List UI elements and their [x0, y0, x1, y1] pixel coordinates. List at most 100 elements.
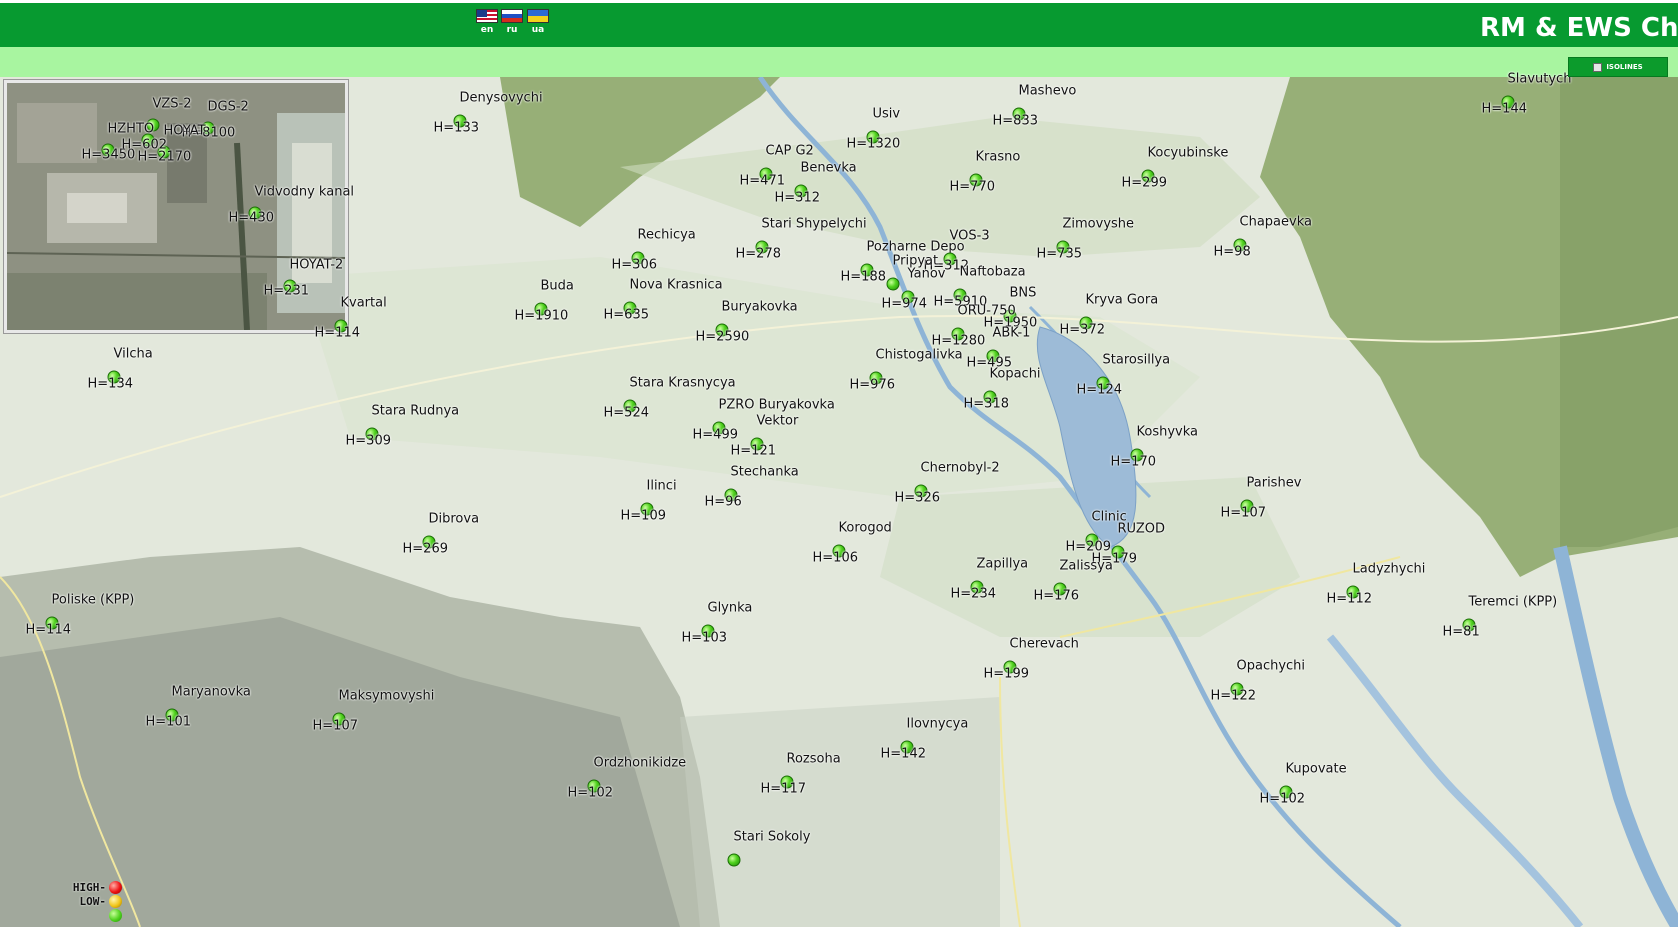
monitoring-station[interactable]: Maryanovka H=101 — [146, 685, 251, 730]
monitoring-station[interactable]: Benevka H=312 — [775, 161, 857, 206]
monitoring-station[interactable]: Ilinci H=109 — [621, 479, 677, 524]
station-dose-value: H=124 — [1076, 382, 1122, 398]
station-status-dot-icon[interactable] — [886, 277, 900, 291]
monitoring-station[interactable]: Vilcha H=134 — [88, 347, 153, 392]
monitoring-station[interactable]: Korogod H=106 — [813, 521, 892, 566]
monitoring-station[interactable]: Kupovate H=102 — [1260, 762, 1347, 807]
station-dose-value: H=107 — [1220, 505, 1266, 521]
monitoring-station[interactable]: HZHTO H=3450 — [82, 122, 155, 163]
monitoring-station[interactable]: ORU-750 H=1280 — [932, 304, 1016, 349]
isolines-toggle[interactable]: ISOLINES — [1568, 57, 1668, 77]
monitoring-station[interactable]: ABK-1 H=495 — [967, 326, 1031, 371]
monitoring-station[interactable]: Rechicya H=306 — [612, 228, 696, 273]
monitoring-station[interactable]: Stari Sokoly — [727, 830, 810, 867]
station-dose-value: H=770 — [949, 179, 995, 195]
monitoring-station[interactable]: CAP G2 H=471 — [740, 144, 814, 189]
isolines-checkbox[interactable] — [1593, 62, 1603, 72]
monitoring-station[interactable]: Kocyubinske H=299 — [1122, 146, 1229, 191]
station-dose-value: H=1280 — [931, 333, 986, 349]
monitoring-station[interactable]: Slavutych H=144 — [1482, 72, 1572, 117]
station-dose-value: H=144 — [1481, 101, 1527, 117]
station-name: Denysovychi — [459, 90, 543, 106]
monitoring-station[interactable]: Vidvodny kanal H=430 — [229, 185, 355, 226]
station-status-dot-icon[interactable] — [727, 853, 741, 867]
monitoring-station[interactable]: Kvartal H=114 — [315, 296, 387, 341]
monitoring-station[interactable]: Chistogalivka H=976 — [850, 348, 963, 393]
station-dose-value: H=234 — [950, 586, 996, 602]
monitoring-station[interactable]: VOS-3 H=312 — [924, 229, 990, 274]
monitoring-station[interactable]: Buda H=1910 — [515, 279, 574, 324]
monitoring-station[interactable]: Clinic H=209 — [1066, 510, 1127, 555]
station-name: Korogod — [838, 520, 892, 536]
monitoring-station[interactable]: Dibrova H=269 — [403, 512, 480, 557]
station-name: Ilinci — [646, 478, 677, 494]
station-name: VZS-2 — [152, 96, 192, 112]
legend-high: HIGH- — [70, 878, 122, 896]
monitoring-station[interactable]: Denysovychi H=133 — [434, 91, 543, 136]
monitoring-station[interactable]: Naftobaza H=5910 — [934, 265, 1026, 310]
station-name: Chistogalivka — [875, 347, 963, 363]
monitoring-station[interactable]: Nova Krasnica H=635 — [604, 278, 723, 323]
monitoring-station[interactable]: Krasno H=770 — [950, 150, 1021, 195]
station-name: Stara Rudnya — [371, 403, 460, 419]
monitoring-station[interactable]: Parishev H=107 — [1221, 476, 1302, 521]
station-name: Ladyzhychi — [1352, 561, 1426, 577]
monitoring-station[interactable]: Yanov H=974 — [882, 267, 946, 312]
lang-ua-label: ua — [531, 25, 545, 35]
monitoring-station[interactable]: Mashevo H=833 — [993, 84, 1077, 129]
monitoring-station[interactable]: Usiv H=1320 — [847, 107, 901, 152]
monitoring-station[interactable]: Zimovyshe H=735 — [1037, 217, 1135, 262]
monitoring-station[interactable]: Ordzhonikidze H=102 — [568, 756, 687, 801]
monitoring-station[interactable]: Chernobyl-2 H=326 — [895, 461, 1000, 506]
station-name: Ordzhonikidze — [593, 755, 687, 771]
station-dose-value: H=102 — [1259, 791, 1305, 807]
lang-ru-button[interactable]: ru — [501, 9, 523, 35]
monitoring-station[interactable]: Kryva Gora H=372 — [1060, 293, 1159, 338]
monitoring-station[interactable]: Kopachi H=318 — [964, 367, 1041, 412]
monitoring-station[interactable]: Maksymovyshi H=107 — [313, 689, 435, 734]
monitoring-station[interactable]: Chapaevka H=98 — [1214, 215, 1312, 260]
monitoring-station[interactable]: HOYAT-2 H=231 — [264, 258, 344, 299]
station-dose-value: H=1320 — [846, 136, 901, 152]
station-dose-value: H=142 — [880, 746, 926, 762]
station-dose-value: H=106 — [812, 550, 858, 566]
station-name: Vektor — [756, 413, 799, 429]
monitoring-station[interactable]: Koshyvka H=170 — [1111, 425, 1199, 470]
monitoring-station[interactable]: Teremci (KPP) H=81 — [1443, 595, 1558, 640]
monitoring-station[interactable]: Rozsoha H=117 — [761, 752, 841, 797]
monitoring-station[interactable]: PZRO Buryakovka H=499 — [693, 398, 835, 443]
monitoring-station[interactable]: Vektor H=121 — [731, 414, 799, 459]
monitoring-station[interactable]: Stara Krasnycya H=524 — [604, 376, 736, 421]
monitoring-station[interactable]: Starosillya H=124 — [1077, 353, 1171, 398]
monitoring-station[interactable]: Zapillya H=234 — [951, 557, 1029, 602]
monitoring-station[interactable]: H=602 — [122, 133, 167, 153]
station-dose-value: H=134 — [87, 376, 133, 392]
monitoring-station[interactable]: Opachychi H=122 — [1211, 659, 1306, 704]
monitoring-station[interactable]: Pripyat — [886, 254, 938, 291]
station-dose-value: H=278 — [735, 246, 781, 262]
monitoring-station[interactable]: Stara Rudnya H=309 — [346, 404, 460, 449]
station-dose-value: H=114 — [314, 325, 360, 341]
lang-ua-button[interactable]: ua — [527, 9, 549, 35]
station-name: PZRO Buryakovka — [718, 397, 835, 413]
monitoring-station[interactable]: Ilovnycya H=142 — [881, 717, 969, 762]
monitoring-station[interactable]: Ladyzhychi H=112 — [1327, 562, 1426, 607]
monitoring-station[interactable]: Cherevach H=199 — [984, 637, 1079, 682]
monitoring-station[interactable]: RUZOD H=179 — [1092, 522, 1165, 567]
monitoring-station[interactable]: Glynka H=103 — [682, 601, 753, 646]
monitoring-station[interactable]: Pozharne Depo H=188 — [841, 240, 965, 285]
station-name: Kvartal — [340, 295, 387, 311]
lang-en-button[interactable]: en — [476, 9, 498, 35]
russia-flag-icon — [501, 9, 523, 23]
station-name: Dibrova — [428, 511, 480, 527]
station-name: Stari Shypelychi — [761, 216, 867, 232]
monitoring-station[interactable]: Buryakovka H=2590 — [696, 300, 798, 345]
station-dose-value: H=231 — [263, 283, 309, 299]
toolbar-strip — [0, 47, 1678, 77]
monitoring-station[interactable]: Stechanka H=96 — [705, 465, 799, 510]
monitoring-station[interactable]: Stari Shypelychi H=278 — [736, 217, 867, 262]
monitoring-station[interactable]: Poliske (KPP) H=114 — [26, 593, 135, 638]
station-name: Opachychi — [1236, 658, 1306, 674]
monitoring-station[interactable]: Zalissya H=176 — [1034, 559, 1113, 604]
station-name: ABK-1 — [992, 325, 1031, 341]
